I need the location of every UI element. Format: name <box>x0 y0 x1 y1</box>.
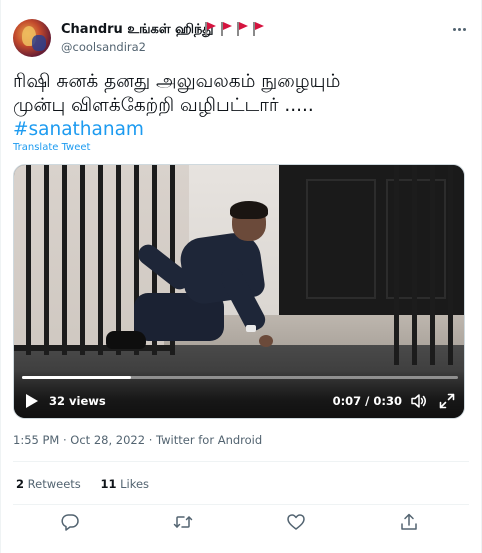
tweet-timestamp[interactable]: 1:55 PM · Oct 28, 2022 <box>13 433 145 447</box>
tweet-header: Chandru உங்கள் ஹிந்து @coolsandira2 <box>13 16 469 60</box>
video-railing <box>116 165 121 355</box>
video-person-watch <box>246 325 256 332</box>
tweet-text-line-2: முன்பு விளக்கேற்றி வழிபட்டார் ..... <box>13 95 314 116</box>
likes-label: Likes <box>120 477 150 491</box>
retweet-icon[interactable] <box>173 512 193 532</box>
video-bg-door-panel <box>306 179 376 299</box>
display-name[interactable]: Chandru உங்கள் ஹிந்து <box>61 22 214 38</box>
video-view-count: 32 views <box>49 394 106 408</box>
tweet-text-line-1: ரிஷி சுனக் தனது அலுவலகம் நுழையும் <box>13 71 341 92</box>
video-railing <box>44 165 49 355</box>
red-flag-icon <box>205 22 216 36</box>
avatar-figure-body <box>32 35 46 51</box>
red-flag-icon <box>221 22 232 36</box>
expand-icon[interactable] <box>439 393 455 409</box>
like-icon[interactable] <box>286 512 306 532</box>
likes-count: 11 <box>100 477 117 491</box>
avatar[interactable] <box>13 19 51 57</box>
video-time: 0:07 / 0:30 <box>332 394 402 408</box>
video-railing <box>98 165 103 355</box>
video-progress-bar[interactable] <box>22 376 458 379</box>
volume-icon[interactable] <box>411 393 427 409</box>
video-railing <box>430 165 435 365</box>
red-flag-icon <box>253 22 264 36</box>
video-player[interactable]: 32 views 0:07 / 0:30 <box>13 164 465 419</box>
tweet-source[interactable]: Twitter for Android <box>156 433 262 447</box>
video-railing <box>412 165 417 365</box>
video-person-hand <box>259 335 273 347</box>
tweet-stats: 2 Retweets 11 Likes <box>16 477 165 491</box>
video-progress-fill <box>22 376 131 379</box>
retweets-count: 2 <box>16 477 25 491</box>
tweet-actions <box>13 506 469 540</box>
video-railing <box>394 165 399 365</box>
translate-tweet-link[interactable]: Translate Tweet <box>13 142 90 153</box>
more-options-icon[interactable] <box>451 22 467 36</box>
retweets-stat[interactable]: 2 Retweets <box>16 477 81 491</box>
tweet-text: ரிஷி சுனக் தனது அலுவலகம் நுழையும் முன்பு… <box>13 70 469 142</box>
video-person-hair <box>230 201 268 219</box>
red-flag-icon <box>237 22 248 36</box>
video-railing <box>62 165 67 355</box>
video-railing <box>80 165 85 355</box>
video-railing <box>26 165 31 355</box>
video-railing-base <box>14 345 174 351</box>
divider <box>13 504 469 505</box>
video-person-shoe <box>106 331 146 349</box>
share-icon[interactable] <box>399 512 419 532</box>
reply-icon[interactable] <box>60 512 80 532</box>
hashtag-link[interactable]: #sanathanam <box>13 118 469 142</box>
play-icon[interactable] <box>25 393 39 409</box>
retweets-label: Retweets <box>27 477 81 491</box>
divider <box>13 461 469 462</box>
meta-separator: · <box>145 433 157 447</box>
likes-stat[interactable]: 11 Likes <box>100 477 149 491</box>
tweet-meta: 1:55 PM · Oct 28, 2022 · Twitter for And… <box>13 433 262 447</box>
flag-emoji-group <box>205 22 269 41</box>
username[interactable]: @coolsandira2 <box>61 40 146 54</box>
video-railing <box>448 165 453 365</box>
